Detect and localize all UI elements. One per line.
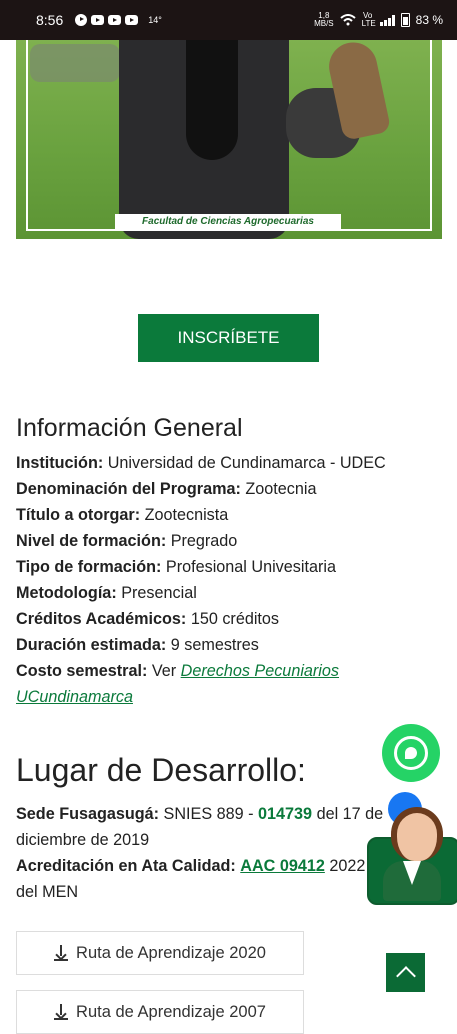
info-row-titulo: Título a otorgar: Zootecnista <box>16 502 436 528</box>
youtube-notification-icon <box>91 15 105 25</box>
info-row-costo-cont: UCundinamarca <box>16 684 436 710</box>
sede-code: 014739 <box>258 805 313 823</box>
info-row-costo: Costo semestral: Ver Derechos Pecuniario… <box>16 658 436 684</box>
hero-caption: Facultad de Ciencias Agropecuarias <box>115 214 341 230</box>
derechos-pecuniarios-link[interactable]: Derechos Pecuniarios <box>181 662 339 680</box>
sede-line: Sede Fusagasugá: SNIES 889 - 014739 del … <box>16 801 436 827</box>
ruta-2007-button[interactable]: Ruta de Aprendizaje 2007 <box>16 990 304 1034</box>
info-value: 9 semestres <box>170 636 259 654</box>
download-icon <box>54 945 69 961</box>
info-label: Créditos Académicos: <box>16 610 187 628</box>
info-row-duracion: Duración estimada: 9 semestres <box>16 632 436 658</box>
ucundinamarca-link[interactable]: UCundinamarca <box>16 688 133 706</box>
info-label: Denominación del Programa: <box>16 480 241 498</box>
info-value: Zootecnista <box>144 506 229 524</box>
network-speed: 1,8 MB/S <box>314 12 334 28</box>
acred-label: Acreditación en Ata Calidad: <box>16 857 236 875</box>
info-row-nivel: Nivel de formación: Pregrado <box>16 528 436 554</box>
hero-image: Facultad de Ciencias Agropecuarias <box>16 40 442 239</box>
battery-percent: 83 % <box>415 13 443 27</box>
whatsapp-icon[interactable] <box>382 724 440 782</box>
info-value: Presencial <box>121 584 197 602</box>
status-bar: 8:56 14° 1,8 MB/S Vo LTE 83 % <box>0 0 457 40</box>
ruta-2007-label: Ruta de Aprendizaje 2007 <box>76 1002 266 1021</box>
acred-year: 2022 <box>329 857 366 875</box>
scroll-to-top-button[interactable] <box>386 953 425 992</box>
info-label: Institución: <box>16 454 104 472</box>
info-row-institucion: Institución: Universidad de Cundinamarca… <box>16 450 436 476</box>
inscribete-button[interactable]: INSCRÍBETE <box>138 314 319 362</box>
battery-icon <box>400 13 410 27</box>
info-row-creditos: Créditos Académicos: 150 créditos <box>16 606 436 632</box>
virtual-assistant-avatar[interactable] <box>367 807 457 905</box>
status-time: 8:56 <box>36 12 64 28</box>
info-value: Profesional Univesitaria <box>165 558 336 576</box>
info-label: Metodología: <box>16 584 117 602</box>
ruta-2020-button[interactable]: Ruta de Aprendizaje 2020 <box>16 931 304 975</box>
info-label: Tipo de formación: <box>16 558 162 576</box>
wifi-icon <box>339 14 356 26</box>
info-label: Duración estimada: <box>16 636 167 654</box>
info-row-denominacion: Denominación del Programa: Zootecnia <box>16 476 436 502</box>
lugar-title: Lugar de Desarrollo: <box>16 752 306 788</box>
info-value: Zootecnia <box>245 480 317 498</box>
info-general-list: Institución: Universidad de Cundinamarca… <box>16 450 436 710</box>
ruta-2020-label: Ruta de Aprendizaje 2020 <box>76 943 266 962</box>
info-value: Pregrado <box>170 532 238 550</box>
status-temperature: 14° <box>148 15 162 25</box>
volte-label: Vo LTE <box>361 11 376 28</box>
network-speed-unit: MB/S <box>314 19 334 28</box>
youtube-notification-icon-2 <box>108 15 122 25</box>
info-value: Universidad de Cundinamarca - UDEC <box>107 454 386 472</box>
hero-frame <box>26 40 432 231</box>
notification-icons: 14° <box>75 14 162 26</box>
info-row-tipo: Tipo de formación: Profesional Univesita… <box>16 554 436 580</box>
chevron-up-icon <box>395 965 416 986</box>
cost-prefix: Ver <box>151 662 177 680</box>
info-row-metodologia: Metodología: Presencial <box>16 580 436 606</box>
sede-label: Sede Fusagasugá: <box>16 805 160 823</box>
info-label: Nivel de formación: <box>16 532 167 550</box>
sede-date-start: del 17 de <box>316 805 384 823</box>
signal-icon <box>379 14 395 26</box>
acred-code-link[interactable]: AAC 09412 <box>240 857 325 875</box>
info-general-title: Información General <box>16 414 243 442</box>
info-label: Título a otorgar: <box>16 506 141 524</box>
download-icon <box>54 1004 69 1020</box>
info-label: Costo semestral: <box>16 662 148 680</box>
sede-snies: SNIES 889 - <box>163 805 254 823</box>
status-right: 1,8 MB/S Vo LTE 83 % <box>314 12 443 28</box>
messenger-notification-icon <box>75 14 88 26</box>
assistant-face <box>391 807 443 861</box>
youtube-notification-icon-3 <box>125 15 139 25</box>
info-value: 150 créditos <box>190 610 280 628</box>
